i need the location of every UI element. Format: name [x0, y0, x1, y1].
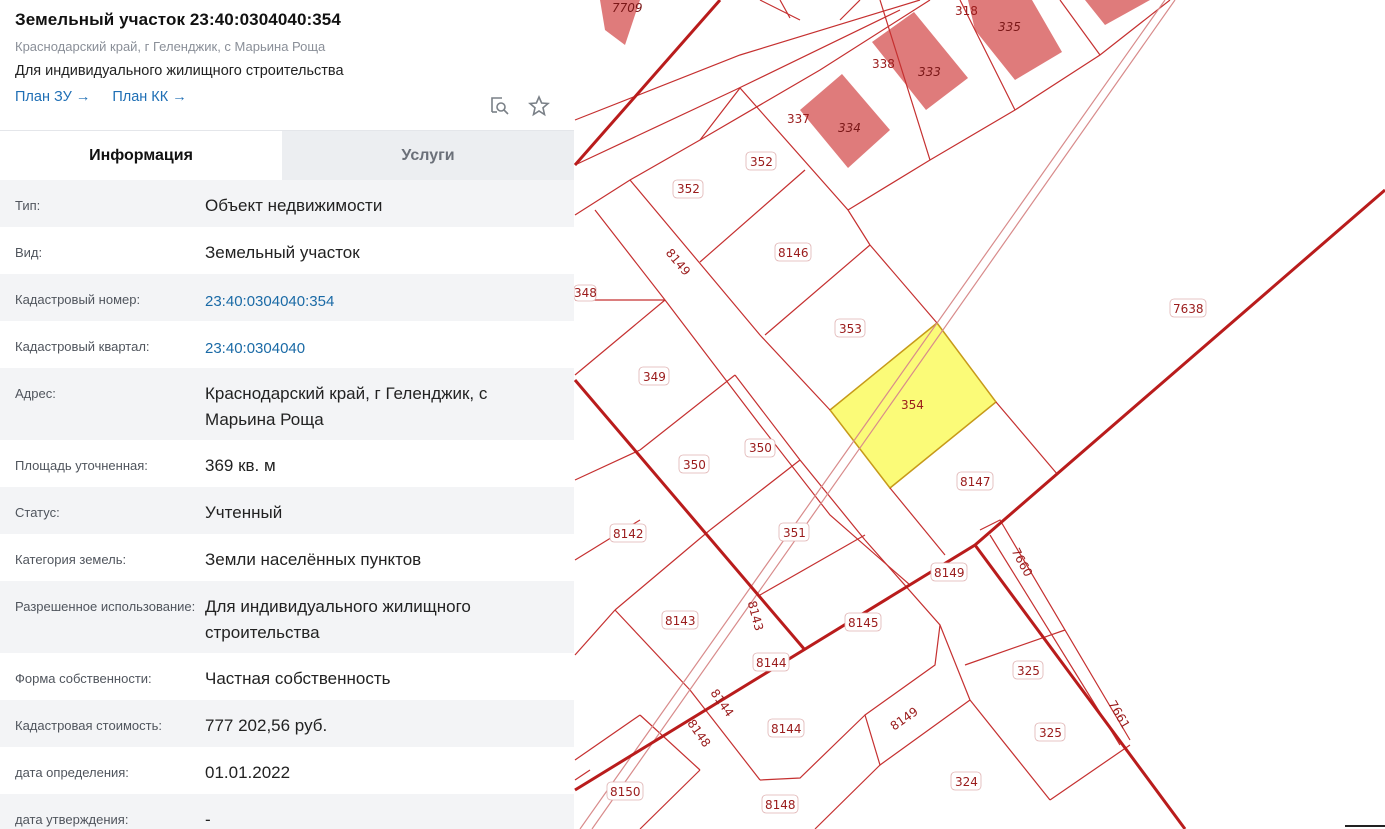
tab-information[interactable]: Информация — [0, 131, 282, 180]
plan-kk-link[interactable]: План КК → — [112, 89, 186, 105]
svg-text:338: 338 — [872, 57, 895, 71]
svg-text:7638: 7638 — [1173, 302, 1204, 316]
svg-text:7660: 7660 — [1009, 546, 1036, 580]
info-row-permitted-use: Разрешенное использование: Для индивидуа… — [0, 581, 574, 653]
svg-text:318: 318 — [955, 4, 978, 18]
svg-text:8149: 8149 — [663, 246, 693, 278]
info-label: Кадастровый номер: — [15, 292, 141, 307]
info-value: 369 кв. м — [205, 456, 276, 475]
svg-text:337: 337 — [787, 112, 810, 126]
info-label: Разрешенное использование: — [15, 599, 196, 614]
svg-text:354: 354 — [901, 398, 924, 412]
info-label: Кадастровая стоимость: — [15, 718, 162, 733]
info-label: дата определения: — [15, 765, 129, 780]
info-label: дата утверждения: — [15, 812, 129, 827]
svg-text:8144: 8144 — [771, 722, 802, 736]
buildings — [600, 0, 1150, 168]
info-value: Краснодарский край, г Геленджик, с Марьи… — [205, 384, 488, 429]
info-value: Земли населённых пунктов — [205, 550, 422, 569]
svg-text:335: 335 — [998, 20, 1021, 34]
svg-text:8144: 8144 — [708, 686, 737, 719]
cadastral-number-link[interactable]: 23:40:0304040:354 — [205, 274, 559, 321]
parcel-purpose: Для индивидуального жилищного строительс… — [15, 63, 344, 79]
svg-text:8144: 8144 — [756, 656, 787, 670]
svg-text:8149: 8149 — [888, 704, 921, 733]
svg-text:8142: 8142 — [613, 527, 644, 541]
info-row-address: Адрес: Краснодарский край, г Геленджик, … — [0, 368, 574, 440]
svg-text:8145: 8145 — [848, 616, 879, 630]
cadastral-quarter-link[interactable]: 23:40:0304040 — [205, 321, 559, 368]
info-value: Частная собственность — [205, 669, 391, 688]
tab-services[interactable]: Услуги — [282, 131, 574, 180]
info-label: Адрес: — [15, 386, 56, 401]
building — [968, 0, 1062, 80]
svg-text:8147: 8147 — [960, 475, 991, 489]
info-row-type: Тип: Объект недвижимости — [0, 180, 574, 227]
info-row-determination-date: дата определения: 01.01.2022 — [0, 747, 574, 794]
svg-text:349: 349 — [643, 370, 666, 384]
info-row-land-category: Категория земель: Земли населённых пункт… — [0, 534, 574, 581]
svg-text:333: 333 — [918, 65, 941, 79]
svg-text:350: 350 — [749, 441, 772, 455]
svg-text:352: 352 — [750, 155, 773, 169]
parcel-title: Земельный участок 23:40:0304040:354 — [15, 10, 341, 29]
svg-text:8146: 8146 — [778, 246, 809, 260]
svg-text:8150: 8150 — [610, 785, 641, 799]
info-row-ownership: Форма собственности: Частная собственнос… — [0, 653, 574, 700]
building — [1085, 0, 1150, 25]
info-value: 777 202,56 руб. — [205, 716, 328, 735]
info-row-cadastral-quarter: Кадастровый квартал: 23:40:0304040 — [0, 321, 574, 368]
info-label: Форма собственности: — [15, 671, 152, 686]
info-row-cadastral-value: Кадастровая стоимость: 777 202,56 руб. — [0, 700, 574, 747]
info-value: Объект недвижимости — [205, 196, 383, 215]
info-row-approval-date: дата утверждения: - — [0, 794, 574, 829]
svg-text:8143: 8143 — [665, 614, 696, 628]
svg-text:8143: 8143 — [745, 599, 766, 632]
info-value: Учтенный — [205, 503, 283, 522]
svg-text:334: 334 — [838, 121, 861, 135]
info-label: Статус: — [15, 505, 60, 520]
header-actions — [488, 94, 550, 117]
info-label: Тип: — [15, 198, 41, 213]
search-map-icon[interactable] — [488, 95, 510, 117]
panel-tabs: Информация Услуги — [0, 131, 574, 180]
info-row-cadastral-number: Кадастровый номер: 23:40:0304040:354 — [0, 274, 574, 321]
info-value: Земельный участок — [205, 243, 360, 262]
svg-text:8149: 8149 — [934, 566, 965, 580]
parcel-address-short: Краснодарский край, г Геленджик, с Марьи… — [15, 39, 326, 54]
svg-text:324: 324 — [955, 775, 978, 789]
svg-text:351: 351 — [783, 526, 806, 540]
svg-text:7709: 7709 — [612, 1, 643, 15]
star-icon[interactable] — [528, 94, 550, 117]
info-label: Кадастровый квартал: — [15, 339, 150, 354]
info-value: Для индивидуального жилищного строительс… — [205, 597, 471, 642]
info-label: Категория земель: — [15, 552, 127, 567]
panel-header: Земельный участок 23:40:0304040:354 Крас… — [0, 0, 574, 131]
svg-text:325: 325 — [1039, 726, 1062, 740]
svg-text:8148: 8148 — [765, 798, 796, 812]
info-table: Тип: Объект недвижимости Вид: Земельный … — [0, 180, 574, 829]
info-value: - — [205, 810, 211, 829]
info-row-area: Площадь уточненная: 369 кв. м — [0, 440, 574, 487]
info-label: Площадь уточненная: — [15, 458, 148, 473]
svg-text:352: 352 — [677, 182, 700, 196]
svg-text:325: 325 — [1017, 664, 1040, 678]
svg-text:350: 350 — [683, 458, 706, 472]
info-row-kind: Вид: Земельный участок — [0, 227, 574, 274]
info-row-status: Статус: Учтенный — [0, 487, 574, 534]
svg-text:353: 353 — [839, 322, 862, 336]
svg-text:8148: 8148 — [684, 717, 713, 750]
plan-zu-link[interactable]: План ЗУ → — [15, 89, 90, 105]
parcel-info-panel: Земельный участок 23:40:0304040:354 Крас… — [0, 0, 574, 829]
svg-text:348: 348 — [574, 286, 597, 300]
info-value: 01.01.2022 — [205, 763, 291, 782]
info-label: Вид: — [15, 245, 43, 260]
plan-links: План ЗУ → План КК → — [15, 89, 559, 105]
